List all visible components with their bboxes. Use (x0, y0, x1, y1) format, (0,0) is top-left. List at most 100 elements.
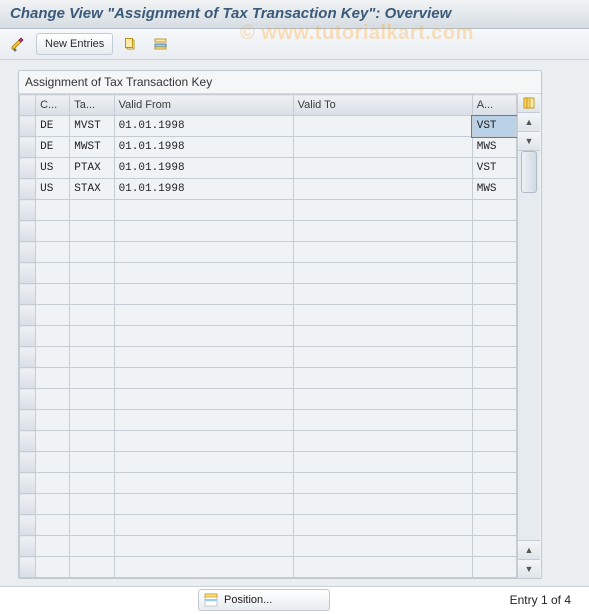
table-cell[interactable] (36, 389, 70, 410)
table-cell[interactable] (70, 263, 114, 284)
scroll-up-step-icon[interactable]: ▲ (518, 540, 540, 559)
table-cell[interactable]: MWST (70, 137, 114, 158)
table-cell[interactable] (293, 137, 472, 158)
table-row[interactable]: DEMVST01.01.1998VST (20, 116, 517, 137)
table-row[interactable] (20, 284, 517, 305)
table-cell[interactable] (70, 494, 114, 515)
table-cell[interactable] (472, 263, 516, 284)
row-selector[interactable] (20, 452, 36, 473)
row-selector[interactable] (20, 536, 36, 557)
table-cell[interactable]: PTAX (70, 158, 114, 179)
table-cell[interactable] (114, 431, 293, 452)
row-selector[interactable] (20, 473, 36, 494)
table-cell[interactable] (114, 305, 293, 326)
table-cell[interactable] (36, 494, 70, 515)
table-row[interactable]: USSTAX01.01.1998MWS (20, 179, 517, 200)
table-cell[interactable] (293, 410, 472, 431)
table-cell[interactable] (70, 305, 114, 326)
table-cell[interactable]: DE (36, 116, 70, 137)
table-row[interactable] (20, 389, 517, 410)
row-selector[interactable] (20, 431, 36, 452)
table-cell[interactable] (114, 494, 293, 515)
table-cell[interactable] (472, 557, 516, 578)
table-cell[interactable] (70, 452, 114, 473)
table-cell[interactable] (293, 536, 472, 557)
table-row[interactable] (20, 263, 517, 284)
row-selector[interactable] (20, 410, 36, 431)
table-cell[interactable] (36, 452, 70, 473)
table-cell[interactable] (472, 200, 516, 221)
new-entries-button[interactable]: New Entries (36, 33, 113, 55)
row-selector[interactable] (20, 263, 36, 284)
table-row[interactable]: USPTAX01.01.1998VST (20, 158, 517, 179)
table-cell[interactable] (293, 158, 472, 179)
table-cell[interactable] (70, 221, 114, 242)
row-selector[interactable] (20, 158, 36, 179)
table-cell[interactable] (293, 557, 472, 578)
table-cell[interactable]: VST (472, 158, 516, 179)
table-cell[interactable]: 01.01.1998 (114, 116, 293, 137)
select-all-header[interactable] (20, 95, 36, 116)
table-row[interactable] (20, 452, 517, 473)
row-selector[interactable] (20, 326, 36, 347)
table-cell[interactable] (70, 389, 114, 410)
table-row[interactable] (20, 347, 517, 368)
position-button[interactable]: Position... (198, 589, 330, 611)
col-country-header[interactable]: C... (36, 95, 70, 116)
table-cell[interactable] (472, 242, 516, 263)
table-cell[interactable] (293, 347, 472, 368)
table-cell[interactable] (36, 473, 70, 494)
table-cell[interactable] (293, 116, 472, 137)
table-cell[interactable] (472, 473, 516, 494)
table-cell[interactable] (70, 347, 114, 368)
table-cell[interactable] (36, 326, 70, 347)
table-cell[interactable] (114, 557, 293, 578)
table-row[interactable] (20, 368, 517, 389)
table-row[interactable] (20, 221, 517, 242)
table-cell[interactable] (70, 557, 114, 578)
scroll-down-step-icon[interactable]: ▼ (518, 132, 540, 151)
table-cell[interactable] (472, 368, 516, 389)
row-selector[interactable] (20, 389, 36, 410)
row-selector[interactable] (20, 242, 36, 263)
row-selector[interactable] (20, 116, 36, 137)
table-cell[interactable] (70, 284, 114, 305)
scroll-down-arrow-icon[interactable]: ▼ (518, 559, 540, 578)
row-selector[interactable] (20, 347, 36, 368)
table-cell[interactable] (293, 263, 472, 284)
table-cell[interactable] (114, 200, 293, 221)
table-cell[interactable] (36, 263, 70, 284)
table-cell[interactable] (472, 431, 516, 452)
row-selector[interactable] (20, 368, 36, 389)
table-row[interactable] (20, 200, 517, 221)
table-cell[interactable]: DE (36, 137, 70, 158)
table-cell[interactable] (114, 242, 293, 263)
table-row[interactable] (20, 305, 517, 326)
table-cell[interactable] (70, 473, 114, 494)
table-cell[interactable] (114, 284, 293, 305)
table-cell[interactable] (36, 284, 70, 305)
table-cell[interactable] (36, 431, 70, 452)
table-cell[interactable] (293, 200, 472, 221)
table-cell[interactable] (293, 221, 472, 242)
row-selector[interactable] (20, 305, 36, 326)
table-cell[interactable] (70, 326, 114, 347)
table-cell[interactable]: STAX (70, 179, 114, 200)
configure-columns-icon[interactable] (518, 94, 540, 113)
table-cell[interactable] (293, 389, 472, 410)
table-cell[interactable] (472, 326, 516, 347)
table-cell[interactable] (114, 452, 293, 473)
table-cell[interactable]: US (36, 179, 70, 200)
table-cell[interactable] (293, 368, 472, 389)
table-cell[interactable] (36, 221, 70, 242)
table-row[interactable] (20, 242, 517, 263)
table-cell[interactable] (70, 410, 114, 431)
table-row[interactable] (20, 557, 517, 578)
table-row[interactable] (20, 473, 517, 494)
table-cell[interactable] (293, 515, 472, 536)
row-selector[interactable] (20, 557, 36, 578)
row-selector[interactable] (20, 284, 36, 305)
copy-as-button[interactable] (119, 33, 143, 55)
row-selector[interactable] (20, 494, 36, 515)
table-cell[interactable]: US (36, 158, 70, 179)
